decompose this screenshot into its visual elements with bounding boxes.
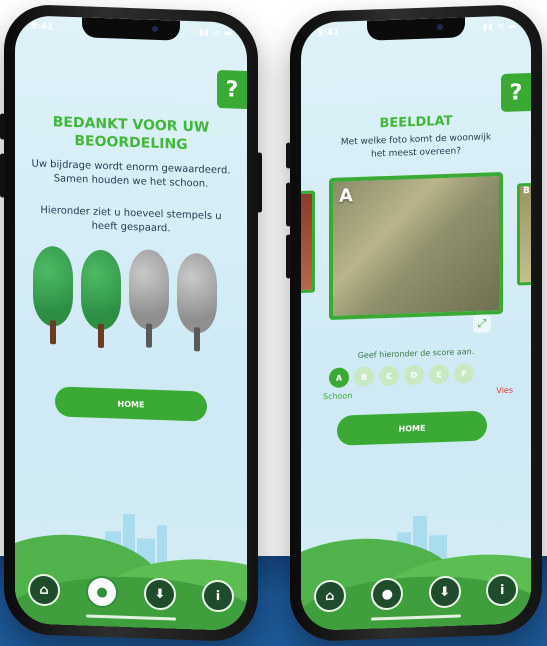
score-option-d[interactable]: D	[404, 364, 424, 386]
home-icon[interactable]: ⌂	[313, 579, 346, 613]
info-icon[interactable]: i	[202, 579, 234, 613]
home-button[interactable]: HOME	[337, 410, 487, 446]
label-clean: Schoon	[323, 391, 353, 402]
user-icon[interactable]: ●	[86, 575, 118, 609]
phone-right: 9:41 ▮▮ ≋ ▬ ? BEELDLAT Met welke foto ko…	[286, 3, 542, 643]
right-screen: 9:41 ▮▮ ≋ ▬ ? BEELDLAT Met welke foto ko…	[301, 14, 531, 632]
tree-stamp-earned	[81, 249, 121, 350]
tree-stamp-empty	[129, 248, 169, 350]
help-button[interactable]: ?	[217, 70, 247, 110]
download-icon[interactable]: ⬇	[144, 577, 176, 611]
notch	[367, 17, 465, 41]
home-icon[interactable]: ⌂	[28, 573, 60, 607]
left-screen: 9:41 ▮▮ ≋ ▬ ? BEDANKT VOOR UW BEOORDELIN…	[15, 14, 247, 632]
score-selector: ABCDEF	[329, 362, 474, 389]
bottom-nav: ⌂ ● ⬇ i	[301, 561, 531, 631]
status-time: 9:41	[31, 21, 54, 33]
status-icons: ▮▮ ≋ ▬	[198, 27, 233, 38]
prev-photo[interactable]	[301, 190, 315, 294]
phone-left: 9:41 ▮▮ ≋ ▬ ? BEDANKT VOOR UW BEOORDELIN…	[0, 3, 262, 643]
info-icon[interactable]: i	[486, 573, 519, 607]
reference-photo[interactable]: A	[329, 171, 503, 321]
score-option-b[interactable]: B	[354, 366, 374, 388]
next-photo[interactable]: B	[517, 182, 531, 286]
score-option-f[interactable]: F	[454, 362, 474, 384]
photo-letter: A	[339, 185, 353, 207]
next-photo-letter: B	[523, 186, 530, 197]
notch	[82, 17, 180, 41]
zoom-icon[interactable]: ⤢	[473, 314, 491, 334]
status-time: 9:41	[317, 27, 340, 39]
home-button[interactable]: HOME	[55, 386, 207, 422]
help-button[interactable]: ?	[501, 72, 531, 113]
score-option-e[interactable]: E	[429, 363, 449, 385]
bottom-nav: ⌂ ● ⬇ i	[15, 561, 247, 631]
label-dirty: Vies	[496, 385, 513, 396]
user-icon[interactable]: ●	[371, 577, 404, 611]
tree-stamp-empty	[177, 252, 217, 354]
status-icons: ▮▮ ≋ ▬	[482, 21, 517, 32]
score-prompt: Geef hieronder de score aan.	[357, 346, 475, 361]
score-option-c[interactable]: C	[379, 365, 399, 387]
tree-stamp-earned	[33, 245, 73, 347]
score-option-a[interactable]: A	[329, 367, 349, 389]
download-icon[interactable]: ⬇	[428, 575, 461, 609]
